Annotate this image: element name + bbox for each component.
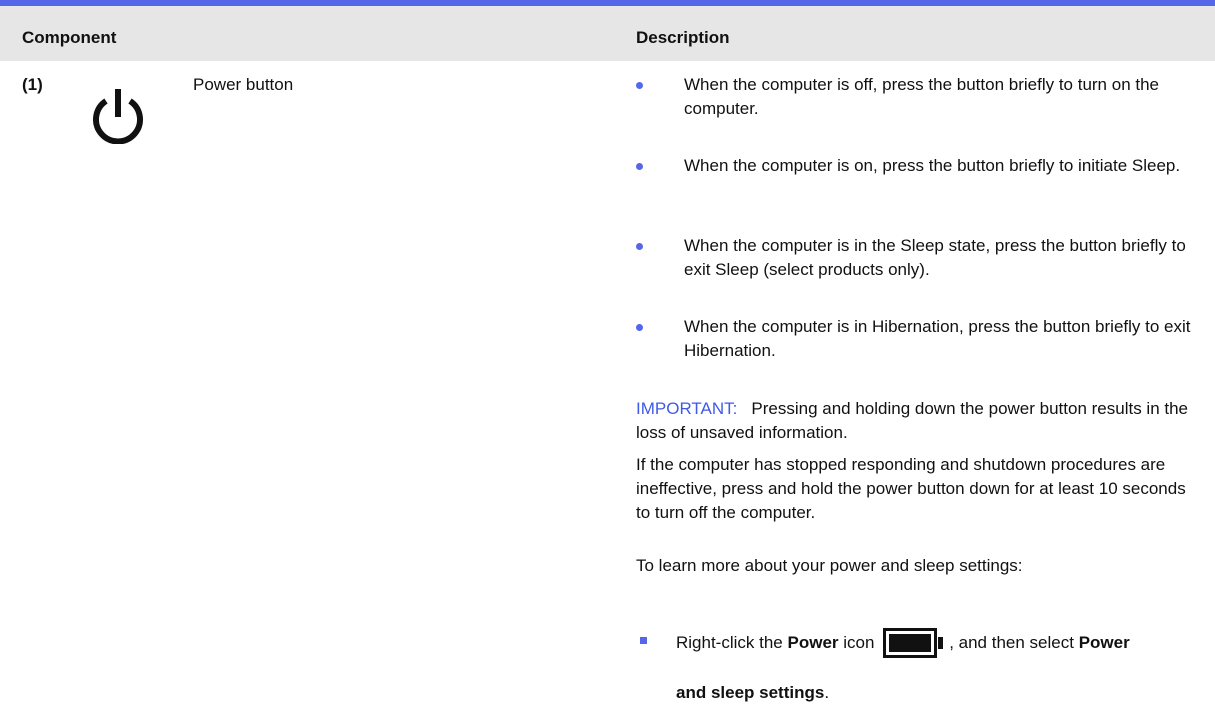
icon-word: icon [843, 633, 875, 652]
step-end: . [824, 683, 830, 702]
bullet-dot [636, 243, 643, 250]
step-middle: , and then select [949, 633, 1074, 652]
power-icon [93, 89, 143, 144]
setting-part-2: and sleep settings [676, 683, 825, 702]
setting-part-1: Power [1078, 633, 1130, 652]
battery-icon [883, 628, 944, 658]
bullet-text: When the computer is off, press the butt… [684, 75, 1160, 118]
important-label: IMPORTANT: [636, 399, 738, 418]
important-note: IMPORTANT: Pressing and holding down the … [636, 397, 1196, 445]
header-component: Component [22, 28, 117, 47]
step-line: Right-click the Power icon , and then se… [676, 628, 1130, 658]
row-number: (1) [22, 75, 43, 94]
step-line-continued: and sleep settings. [676, 681, 829, 705]
power-keyword: Power [787, 633, 839, 652]
table-header-row: Component Description [0, 6, 1215, 61]
step-prefix: Right-click the [676, 633, 783, 652]
bullet-text: When the computer is on, press the butto… [684, 156, 1181, 175]
component-name: Power button [193, 75, 294, 94]
bullet-dot [636, 324, 643, 331]
learn-more-paragraph: To learn more about your power and sleep… [636, 556, 1023, 575]
stopped-responding-paragraph: If the computer has stopped responding a… [636, 455, 1186, 522]
bullet-dot [636, 163, 643, 170]
square-bullet [640, 637, 647, 644]
bullet-text: When the computer is in Hibernation, pre… [684, 317, 1191, 360]
header-description: Description [636, 28, 730, 47]
bullet-text: When the computer is in the Sleep state,… [684, 236, 1186, 279]
bullet-dot [636, 82, 643, 89]
